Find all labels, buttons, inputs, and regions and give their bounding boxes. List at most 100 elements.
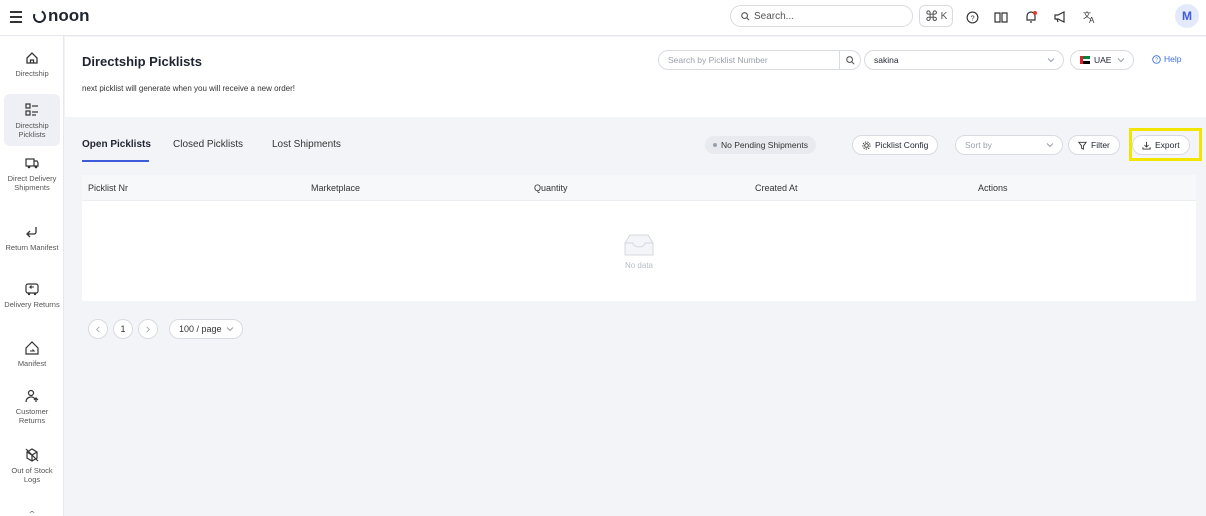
prev-page-button[interactable] — [88, 319, 108, 339]
page-number-button[interactable]: 1 — [113, 319, 133, 339]
sidebar-item-label: Manifest — [17, 359, 47, 368]
tab-closed-picklists[interactable]: Closed Picklists — [173, 139, 243, 150]
sidebar-item-customer-returns[interactable]: Customer Returns — [4, 388, 60, 432]
tabs-toolbar: Open Picklists Closed Picklists Lost Shi… — [82, 129, 1196, 179]
tab-lost-shipments[interactable]: Lost Shipments — [272, 139, 341, 150]
chevron-down-icon — [226, 327, 234, 332]
sidebar-item-manifest[interactable]: Manifest — [4, 340, 60, 372]
sidebar-item-label: Direct Delivery Shipments — [7, 174, 57, 192]
sidebar-item-delivery-returns[interactable]: Delivery Returns — [4, 281, 60, 323]
sidebar-item-label: Customer Returns — [15, 407, 49, 425]
page-title: Directship Picklists — [82, 54, 202, 69]
sidebar-item-directship[interactable]: Directship — [4, 50, 60, 90]
sidebar-item-out-of-stock-logs[interactable]: Out of Stock Logs — [4, 447, 60, 499]
pending-label: No Pending Shipments — [721, 140, 808, 150]
megaphone-icon[interactable] — [1050, 7, 1070, 27]
sidebar-item-more[interactable] — [4, 510, 60, 516]
shortcut-hint: ⌘ K — [919, 5, 953, 27]
sidebar-item-label: Delivery Returns — [4, 300, 60, 309]
filter-icon — [1078, 141, 1087, 150]
page-size-value: 100 / page — [179, 324, 222, 334]
user-select[interactable]: sakina — [864, 50, 1064, 70]
user-avatar[interactable]: M — [1175, 4, 1199, 28]
user-select-value: sakina — [874, 55, 899, 65]
avatar-initial: M — [1182, 9, 1192, 23]
export-highlight — [1129, 128, 1202, 161]
sort-select[interactable]: Sort by — [955, 135, 1063, 155]
picklist-icon — [25, 103, 38, 116]
tab-open-picklists[interactable]: Open Picklists — [82, 139, 151, 150]
sidebar-item-label: Directship Picklists — [15, 121, 49, 139]
column-header: Marketplace — [311, 183, 361, 193]
column-header: Quantity — [534, 183, 568, 193]
sidebar: Directship Directship Picklists Direct D… — [0, 36, 64, 516]
chevron-down-icon — [1046, 143, 1054, 148]
bell-icon[interactable] — [1021, 7, 1041, 27]
column-header: Picklist Nr — [88, 183, 128, 193]
svg-text:A: A — [1089, 16, 1095, 24]
logo-text: noon — [48, 6, 90, 25]
chevron-down-icon — [1117, 58, 1125, 63]
picklist-search-input[interactable] — [668, 55, 828, 65]
customer-return-icon — [25, 389, 39, 403]
search-icon — [845, 55, 854, 64]
sidebar-item-label: Out of Stock Logs — [11, 466, 53, 484]
gear-icon — [862, 140, 871, 150]
page-subtitle: next picklist will generate when you wil… — [82, 84, 295, 93]
sidebar-item-label: Directship — [15, 69, 49, 78]
top-bar: noon ⌘K ? 文A M — [0, 0, 1206, 36]
next-page-button[interactable] — [138, 319, 158, 339]
help-circle-icon: ? — [1152, 54, 1161, 64]
picklist-table: Picklist Nr Marketplace Quantity Created… — [82, 175, 1196, 301]
chevron-right-icon — [146, 326, 150, 332]
uae-flag-icon — [1080, 56, 1090, 64]
sidebar-item-directship-picklists[interactable]: Directship Picklists — [4, 94, 60, 146]
global-search[interactable] — [730, 5, 913, 27]
shortcut-key: K — [940, 10, 948, 22]
column-header: Actions — [978, 183, 1008, 193]
box-icon — [29, 511, 35, 513]
truck-icon — [25, 158, 39, 169]
page-header: Directship Picklists next picklist will … — [65, 37, 1206, 117]
empty-state: No data — [82, 201, 1196, 301]
chevron-left-icon — [96, 326, 100, 332]
sort-placeholder: Sort by — [965, 140, 992, 150]
table-header: Picklist Nr Marketplace Quantity Created… — [82, 175, 1196, 201]
help-label: Help — [1164, 54, 1182, 64]
manifest-house-icon — [25, 341, 39, 355]
empty-inbox-icon — [624, 234, 654, 255]
search-icon — [741, 11, 750, 20]
command-icon: ⌘ — [924, 7, 939, 24]
svg-text:?: ? — [970, 13, 974, 22]
active-tab-indicator — [82, 160, 149, 162]
return-arrow-icon — [26, 227, 37, 238]
country-select[interactable]: UAE — [1070, 50, 1134, 70]
empty-text: No data — [624, 260, 654, 270]
menu-icon[interactable] — [10, 9, 26, 25]
country-select-value: UAE — [1094, 55, 1112, 65]
picklist-search-button[interactable] — [839, 50, 861, 70]
sidebar-item-return-manifest[interactable]: Return Manifest — [4, 224, 60, 264]
svg-text:?: ? — [1155, 57, 1158, 63]
filter-label: Filter — [1091, 140, 1110, 150]
filter-button[interactable]: Filter — [1068, 135, 1120, 155]
picklist-config-button[interactable]: Picklist Config — [852, 135, 939, 155]
out-of-stock-icon — [25, 448, 39, 462]
sidebar-item-direct-delivery-shipments[interactable]: Direct Delivery Shipments — [4, 155, 60, 207]
home-icon — [26, 52, 38, 64]
picklist-config-label: Picklist Config — [875, 140, 929, 150]
picklist-search[interactable] — [658, 50, 861, 70]
delivery-return-icon — [25, 283, 39, 296]
page-size-select[interactable]: 100 / page — [169, 319, 243, 339]
status-dot — [713, 143, 717, 147]
chevron-down-icon — [1047, 58, 1055, 63]
global-search-input[interactable] — [754, 10, 884, 22]
noon-logo[interactable]: noon — [31, 6, 90, 26]
column-header: Created At — [755, 183, 798, 193]
translate-icon[interactable]: 文A — [1079, 7, 1099, 27]
help-circle-icon[interactable]: ? — [962, 7, 982, 27]
main-content: Open Picklists Closed Picklists Lost Shi… — [65, 117, 1206, 516]
help-link[interactable]: ? Help — [1152, 54, 1181, 64]
book-icon[interactable] — [991, 7, 1011, 27]
sidebar-item-label: Return Manifest — [5, 243, 59, 252]
